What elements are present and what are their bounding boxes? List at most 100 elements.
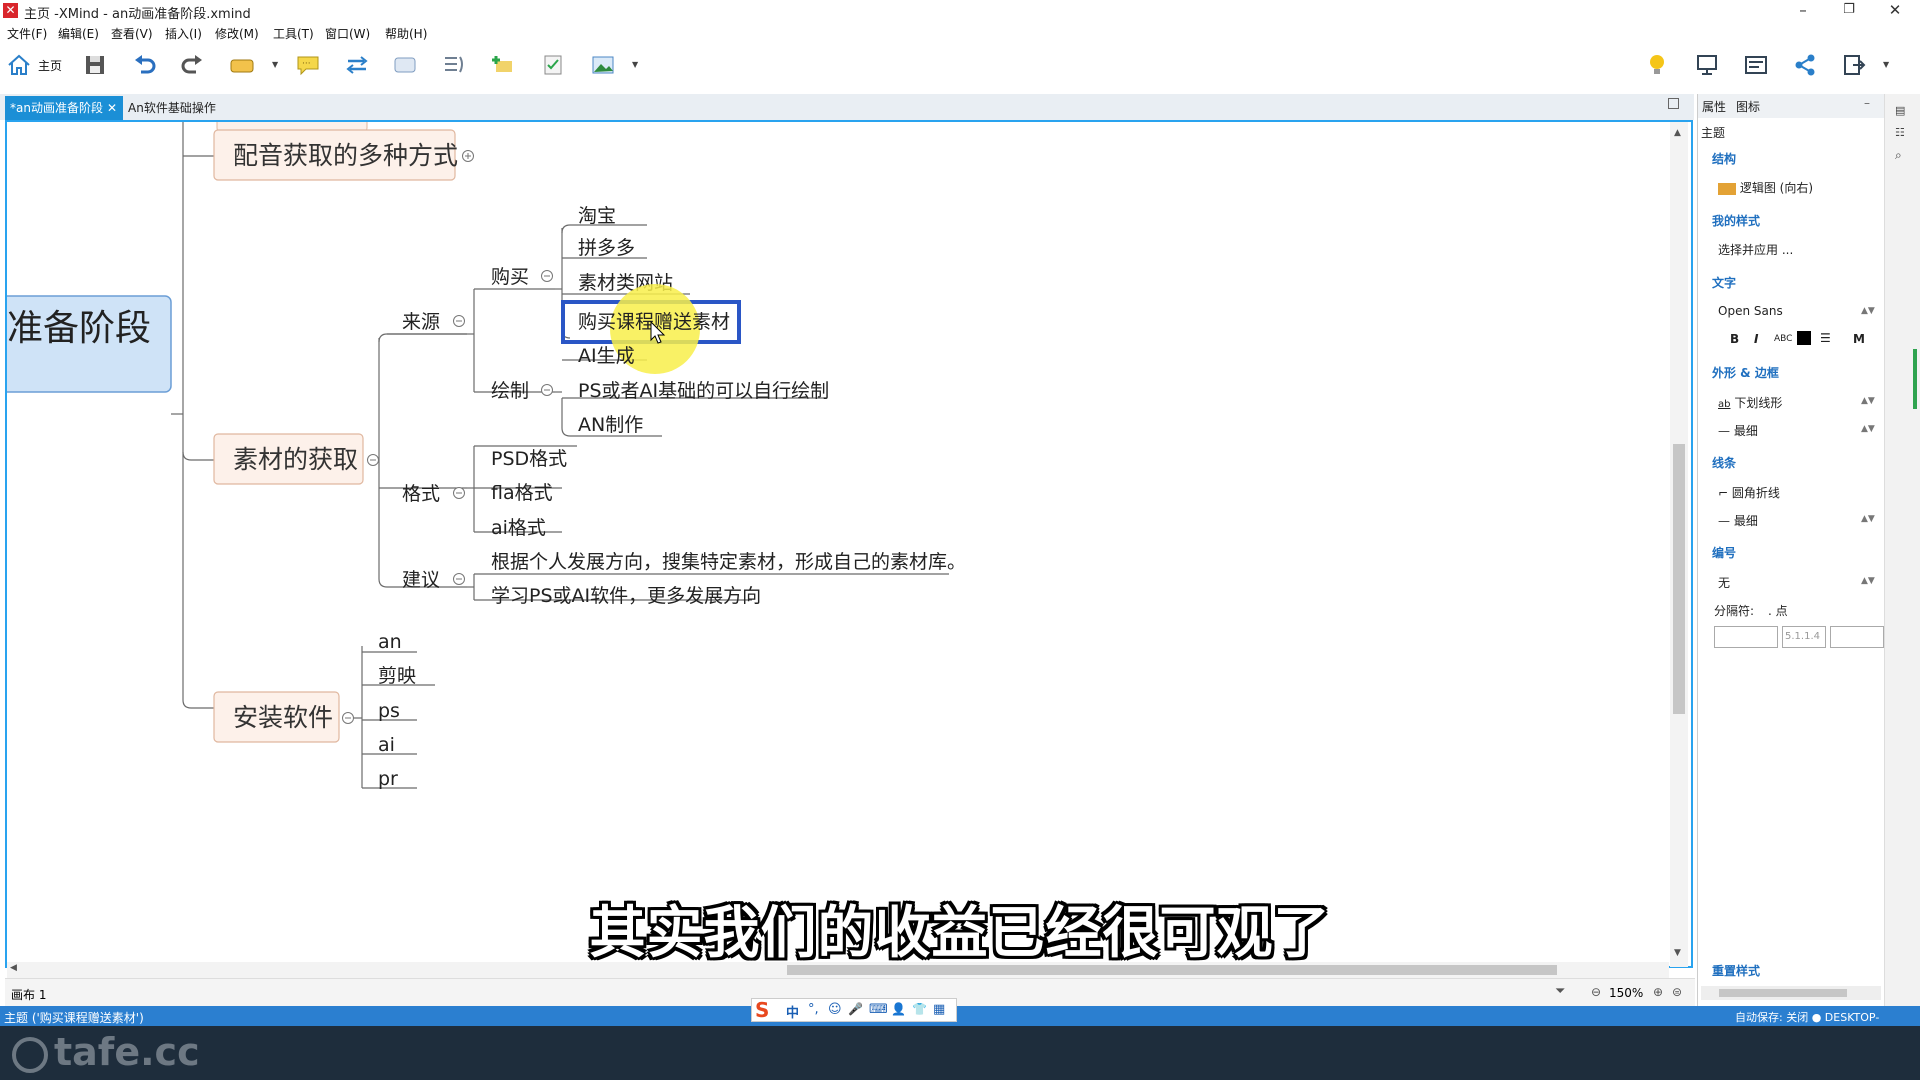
buy-item[interactable]: 淘宝 bbox=[578, 205, 616, 227]
presentation-icon[interactable] bbox=[1694, 52, 1720, 78]
buy-item[interactable]: AI生成 bbox=[578, 345, 635, 367]
ime-punctuation-icon[interactable]: °, bbox=[808, 1002, 819, 1017]
software-item[interactable]: pr bbox=[378, 768, 398, 790]
ime-toolbox-icon[interactable]: ▦ bbox=[933, 1002, 945, 1017]
software-item[interactable]: ai bbox=[378, 734, 395, 756]
menu-modify[interactable]: 修改(M) bbox=[215, 25, 259, 42]
export-dropdown-icon[interactable]: ▼ bbox=[1883, 60, 1889, 69]
panel-minimize-icon[interactable]: – bbox=[1864, 96, 1870, 110]
font-selector[interactable]: Open Sans bbox=[1718, 304, 1783, 318]
scroll-up-icon[interactable]: ▲ bbox=[1674, 128, 1681, 138]
menu-window[interactable]: 窗口(W) bbox=[325, 25, 370, 42]
separator-selector[interactable]: . 点 bbox=[1768, 602, 1788, 619]
image-dropdown-icon[interactable]: ▼ bbox=[632, 60, 638, 69]
menu-tools[interactable]: 工具(T) bbox=[273, 25, 314, 42]
close-window-button[interactable]: ✕ bbox=[1872, 0, 1918, 22]
menu-edit[interactable]: 编辑(E) bbox=[58, 25, 99, 42]
numbering-spinner-icon[interactable]: ▲▼ bbox=[1861, 576, 1875, 586]
maximize-editor-icon[interactable] bbox=[1668, 98, 1679, 109]
subtopic-draw[interactable]: 绘制 bbox=[491, 380, 529, 402]
tab-an-basics[interactable]: An软件基础操作 bbox=[128, 96, 216, 120]
summary-icon[interactable] bbox=[441, 52, 467, 78]
shape-spinner-icon[interactable]: ▲▼ bbox=[1861, 396, 1875, 406]
marker-icon[interactable] bbox=[490, 52, 516, 78]
search-side-icon[interactable]: ⌕ bbox=[1895, 148, 1902, 163]
suffix-input[interactable] bbox=[1830, 626, 1884, 648]
line-spinner-icon[interactable]: ▲▼ bbox=[1861, 514, 1875, 524]
sogou-ime-icon[interactable]: S bbox=[755, 998, 769, 1022]
tab-an-prep[interactable]: *an动画准备阶段 ✕ bbox=[5, 96, 123, 120]
idea-bulb-icon[interactable] bbox=[1644, 52, 1670, 78]
properties-side-icon[interactable]: ▤ bbox=[1895, 104, 1905, 117]
subtopic-source[interactable]: 来源 bbox=[402, 311, 440, 333]
format-item[interactable]: fla格式 bbox=[491, 482, 553, 504]
software-item[interactable]: an bbox=[378, 631, 402, 653]
advice-item[interactable]: 根据个人发展方向，搜集特定素材，形成自己的素材库。 bbox=[491, 551, 966, 573]
redo-icon[interactable] bbox=[179, 52, 205, 78]
share-icon[interactable] bbox=[1792, 52, 1818, 78]
prefix-input[interactable] bbox=[1714, 626, 1778, 648]
task-icon[interactable] bbox=[540, 52, 566, 78]
style-selector[interactable]: 选择并应用 ... bbox=[1718, 241, 1793, 258]
tab-properties[interactable]: 属性 bbox=[1702, 98, 1726, 115]
border-weight-selector[interactable]: — 最细 bbox=[1718, 422, 1758, 439]
menu-help[interactable]: 帮助(H) bbox=[385, 25, 427, 42]
ime-keyboard-icon[interactable]: ⌨ bbox=[869, 1002, 888, 1017]
numbering-selector[interactable]: 无 bbox=[1718, 574, 1730, 591]
font-color-swatch[interactable] bbox=[1797, 331, 1811, 345]
software-item[interactable]: 剪映 bbox=[378, 665, 416, 687]
sheet-tab[interactable]: 画布 1 bbox=[11, 986, 46, 1003]
bold-button[interactable]: B bbox=[1730, 332, 1739, 346]
outline-view-icon[interactable] bbox=[1743, 52, 1769, 78]
relationship-icon[interactable] bbox=[344, 52, 370, 78]
filter-icon[interactable]: ⏷ bbox=[1555, 984, 1565, 999]
vertical-scroll-thumb[interactable] bbox=[1673, 444, 1685, 714]
menu-view[interactable]: 查看(V) bbox=[111, 25, 153, 42]
fit-icon[interactable]: ⊜ bbox=[1672, 985, 1682, 999]
zoom-level[interactable]: 150% bbox=[1609, 986, 1643, 1000]
format-item[interactable]: PSD格式 bbox=[491, 448, 567, 470]
tab-close-icon[interactable]: ✕ bbox=[107, 96, 117, 120]
menu-insert[interactable]: 插入(I) bbox=[165, 25, 202, 42]
vertical-scrollbar[interactable]: ▲ ▼ bbox=[1670, 122, 1688, 967]
restore-button[interactable]: ❐ bbox=[1826, 0, 1872, 22]
italic-button[interactable]: I bbox=[1754, 332, 1758, 346]
ime-user-icon[interactable]: 👤 bbox=[891, 1002, 906, 1016]
home-icon[interactable] bbox=[6, 52, 32, 78]
border-spinner-icon[interactable]: ▲▼ bbox=[1861, 424, 1875, 434]
minimize-button[interactable]: – bbox=[1780, 0, 1826, 22]
line-style-selector[interactable]: ⌐ 圆角折线 bbox=[1718, 484, 1780, 501]
font-spinner-icon[interactable]: ▲▼ bbox=[1861, 306, 1875, 316]
subtopic-format[interactable]: 格式 bbox=[402, 483, 440, 505]
topic-dropdown-icon[interactable]: ▼ bbox=[272, 60, 278, 69]
ime-skin-icon[interactable]: 👕 bbox=[912, 1002, 927, 1016]
software-item[interactable]: ps bbox=[378, 700, 400, 722]
ime-voice-icon[interactable]: 🎤 bbox=[848, 1002, 863, 1016]
zoom-in-icon[interactable]: ⊕ bbox=[1653, 985, 1663, 999]
draw-item[interactable]: PS或者AI基础的可以自行绘制 bbox=[578, 380, 829, 402]
save-icon[interactable] bbox=[82, 52, 108, 78]
panel-hscrollbar[interactable] bbox=[1701, 986, 1881, 1000]
format-item[interactable]: ai格式 bbox=[491, 517, 546, 539]
buy-item[interactable]: 拼多多 bbox=[578, 237, 635, 259]
home-label[interactable]: 主页 bbox=[38, 57, 62, 74]
boundary-icon[interactable] bbox=[392, 52, 418, 78]
ime-chinese-mode[interactable]: 中 bbox=[786, 1002, 799, 1021]
ime-toolbar[interactable]: S 中 °, ☺ 🎤 ⌨ 👤 👕 ▦ bbox=[751, 998, 957, 1022]
tab-icons[interactable]: 图标 bbox=[1736, 98, 1760, 115]
image-icon[interactable] bbox=[590, 52, 616, 78]
callout-icon[interactable]: ··· bbox=[295, 52, 321, 78]
panel-scroll-thumb[interactable] bbox=[1719, 989, 1847, 997]
strikethrough-icon[interactable]: ABC bbox=[1774, 334, 1792, 344]
mindmap-canvas[interactable]: 准备阶段 配音获取的多种方式 素材的获取 安装软件 来源 购买 淘宝 拼多多 素… bbox=[5, 120, 1693, 968]
align-icon[interactable]: ☰ bbox=[1820, 331, 1831, 345]
shape-selector[interactable]: ab 下划线形 bbox=[1718, 394, 1782, 411]
advice-item[interactable]: 学习PS或AI软件，更多发展方向 bbox=[491, 585, 761, 607]
zoom-out-icon[interactable]: ⊖ bbox=[1591, 985, 1601, 999]
menu-file[interactable]: 文件(F) bbox=[7, 25, 47, 42]
font-size-icon[interactable]: M bbox=[1853, 332, 1865, 346]
export-icon[interactable] bbox=[1841, 52, 1867, 78]
subtopic-buy[interactable]: 购买 bbox=[491, 266, 529, 288]
ime-emoji-icon[interactable]: ☺ bbox=[828, 1002, 842, 1017]
line-weight-selector[interactable]: — 最细 bbox=[1718, 512, 1758, 529]
